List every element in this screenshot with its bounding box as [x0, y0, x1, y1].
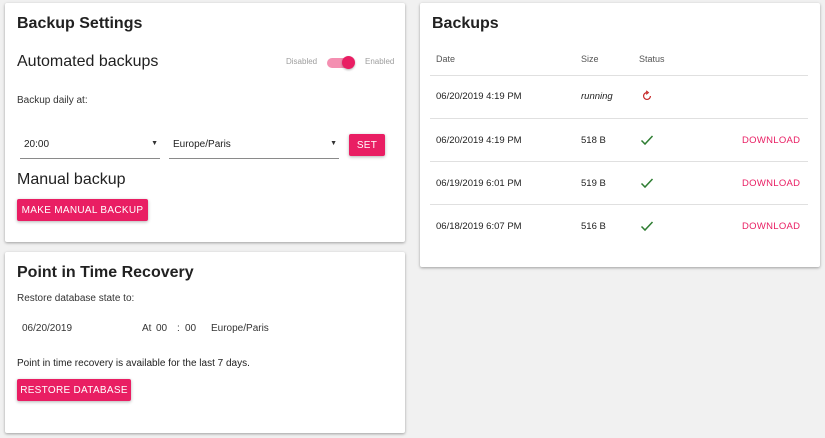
restore-database-button[interactable]: RESTORE DATABASE — [17, 379, 131, 401]
pitr-title: Point in Time Recovery — [17, 264, 194, 281]
backup-time-value: 20:00 — [24, 139, 50, 150]
toggle-enabled-label: Enabled — [365, 57, 395, 66]
restore-minute-field[interactable]: 00 — [185, 323, 196, 334]
chevron-down-icon: ▼ — [151, 140, 158, 147]
automated-backups-label: Automated backups — [17, 53, 159, 70]
restore-state-label: Restore database state to: — [17, 293, 135, 304]
row-size: 516 B — [581, 221, 606, 232]
column-header-date: Date — [436, 54, 456, 64]
backup-settings-title: Backup Settings — [17, 15, 143, 32]
download-link[interactable]: DOWNLOAD — [742, 221, 800, 232]
chevron-down-icon: ▼ — [330, 140, 337, 147]
backup-daily-label: Backup daily at: — [17, 95, 88, 106]
row-date: 06/19/2019 6:01 PM — [436, 178, 522, 189]
row-date: 06/20/2019 4:19 PM — [436, 91, 522, 102]
check-icon — [640, 221, 654, 232]
point-in-time-recovery-card: Point in Time Recovery Restore database … — [5, 252, 405, 433]
backup-settings-card: Backup Settings Automated backups Disabl… — [5, 3, 405, 242]
backup-time-select[interactable]: 20:00 ▼ — [20, 136, 160, 159]
toggle-thumb — [342, 56, 355, 69]
table-row: 06/18/2019 6:07 PM 516 B DOWNLOAD — [420, 205, 820, 247]
restore-hour-field[interactable]: 00 — [156, 323, 167, 334]
row-size: 518 B — [581, 135, 606, 146]
pitr-note: Point in time recovery is available for … — [17, 358, 250, 369]
restore-at-label: At — [142, 323, 152, 334]
download-link[interactable]: DOWNLOAD — [742, 135, 800, 146]
column-header-status: Status — [639, 54, 665, 64]
row-date: 06/20/2019 4:19 PM — [436, 135, 522, 146]
automated-backups-toggle[interactable] — [327, 55, 359, 70]
check-icon — [640, 178, 654, 189]
backups-title: Backups — [432, 15, 499, 32]
table-row: 06/20/2019 4:19 PM 518 B DOWNLOAD — [420, 119, 820, 161]
table-row: 06/19/2019 6:01 PM 519 B DOWNLOAD — [420, 162, 820, 204]
restore-time-separator: : — [177, 323, 180, 334]
table-row: 06/20/2019 4:19 PM running — [420, 76, 820, 118]
column-header-size: Size — [581, 54, 599, 64]
restore-timezone: Europe/Paris — [211, 323, 269, 334]
download-link[interactable]: DOWNLOAD — [742, 178, 800, 189]
restore-date-field[interactable]: 06/20/2019 — [22, 323, 72, 334]
manual-backup-title: Manual backup — [17, 171, 126, 188]
refresh-icon — [643, 90, 652, 100]
backups-card: Backups Date Size Status 06/20/2019 4:19… — [420, 3, 820, 267]
toggle-disabled-label: Disabled — [286, 57, 318, 66]
row-size: 519 B — [581, 178, 606, 189]
backup-timezone-value: Europe/Paris — [173, 139, 231, 150]
backup-timezone-select[interactable]: Europe/Paris ▼ — [169, 136, 339, 159]
row-date: 06/18/2019 6:07 PM — [436, 221, 522, 232]
set-button[interactable]: SET — [349, 134, 385, 156]
make-manual-backup-button[interactable]: MAKE MANUAL BACKUP — [17, 199, 148, 221]
row-size: running — [581, 91, 613, 102]
check-icon — [640, 135, 654, 146]
